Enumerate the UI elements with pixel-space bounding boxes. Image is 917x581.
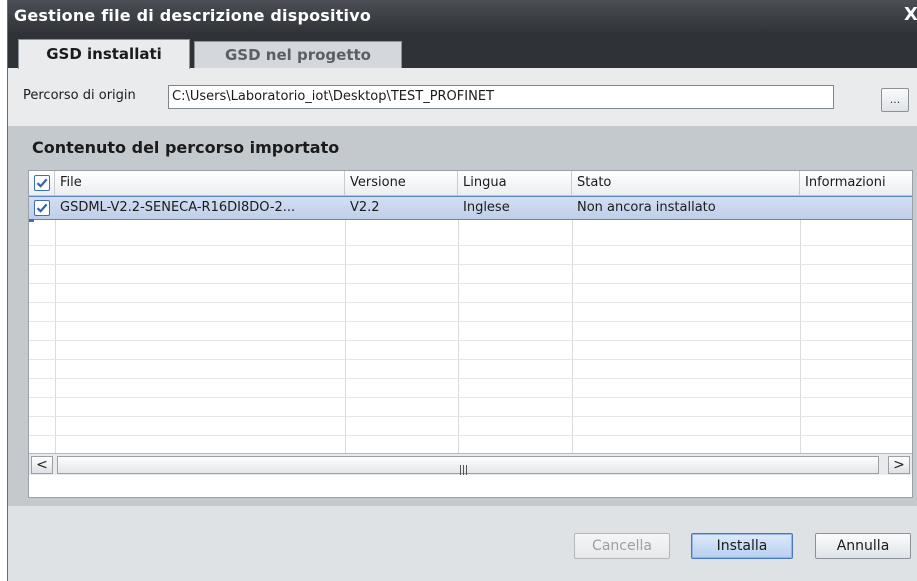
table-row[interactable]: GSDML-V2.2-SENECA-R16DI8DO-2... V2.2 Ing… [29,196,912,220]
cancel-button[interactable]: Cancella [574,533,670,559]
install-button[interactable]: Installa [691,533,793,559]
close-icon[interactable]: X [904,2,917,28]
check-icon [36,178,48,188]
chevron-right-icon[interactable]: > [888,456,910,474]
check-icon [36,203,48,213]
gsd-management-dialog: Gestione file di descrizione dispositivo… [7,0,917,581]
row-divider [29,416,912,417]
chevron-left-icon[interactable]: < [31,456,53,474]
column-header-info[interactable]: Informazioni [800,171,912,195]
dialog-footer: Cancella Installa Annulla [8,506,917,581]
cell-version: V2.2 [350,200,380,215]
row-divider [29,283,912,284]
column-header-status[interactable]: Stato [572,171,800,195]
column-header-version[interactable]: Versione [345,171,458,195]
row-divider [29,264,912,265]
tab-installed-gsd[interactable]: GSD installati [18,39,190,69]
row-divider [29,340,912,341]
table-header: File Versione Lingua Stato Informazioni [29,171,912,196]
window-title: Gestione file di descrizione dispositivo [14,6,372,25]
cell-language: Inglese [463,200,510,215]
title-bar: Gestione file di descrizione dispositivo… [8,0,917,34]
grip-icon [460,460,470,475]
source-path-panel: Percorso di origin C:\Users\Laboratorio_… [8,68,917,126]
gsd-file-table: File Versione Lingua Stato Informazioni … [28,170,913,498]
row-divider [29,359,912,360]
row-divider [29,321,912,322]
tab-project-gsd[interactable]: GSD nel progetto [194,41,402,69]
abort-button[interactable]: Annulla [815,533,911,559]
select-all-checkbox[interactable] [34,175,50,191]
row-divider [29,397,912,398]
row-divider [29,435,912,436]
scrollbar-thumb[interactable] [57,456,879,475]
browse-button[interactable]: ... [881,88,909,112]
column-header-file[interactable]: File [55,171,345,195]
column-header-language[interactable]: Lingua [458,171,572,195]
section-title: Contenuto del percorso importato [32,138,340,157]
tab-strip: GSD installati GSD nel progetto [8,34,917,69]
row-checkbox[interactable] [34,200,50,216]
header-select-cell [29,171,55,195]
row-divider [29,302,912,303]
source-path-input[interactable]: C:\Users\Laboratorio_iot\Desktop\TEST_PR… [168,85,834,109]
imported-content-panel: Contenuto del percorso importato File Ve… [8,126,917,506]
row-divider [29,378,912,379]
source-path-label: Percorso di origin [23,88,136,103]
cell-status: Non ancora installato [577,200,716,215]
horizontal-scrollbar[interactable]: < > [29,453,912,475]
cell-file: GSDML-V2.2-SENECA-R16DI8DO-2... [60,200,296,215]
row-divider [29,245,912,246]
selection-marker [29,219,34,222]
cell-info [800,197,912,219]
